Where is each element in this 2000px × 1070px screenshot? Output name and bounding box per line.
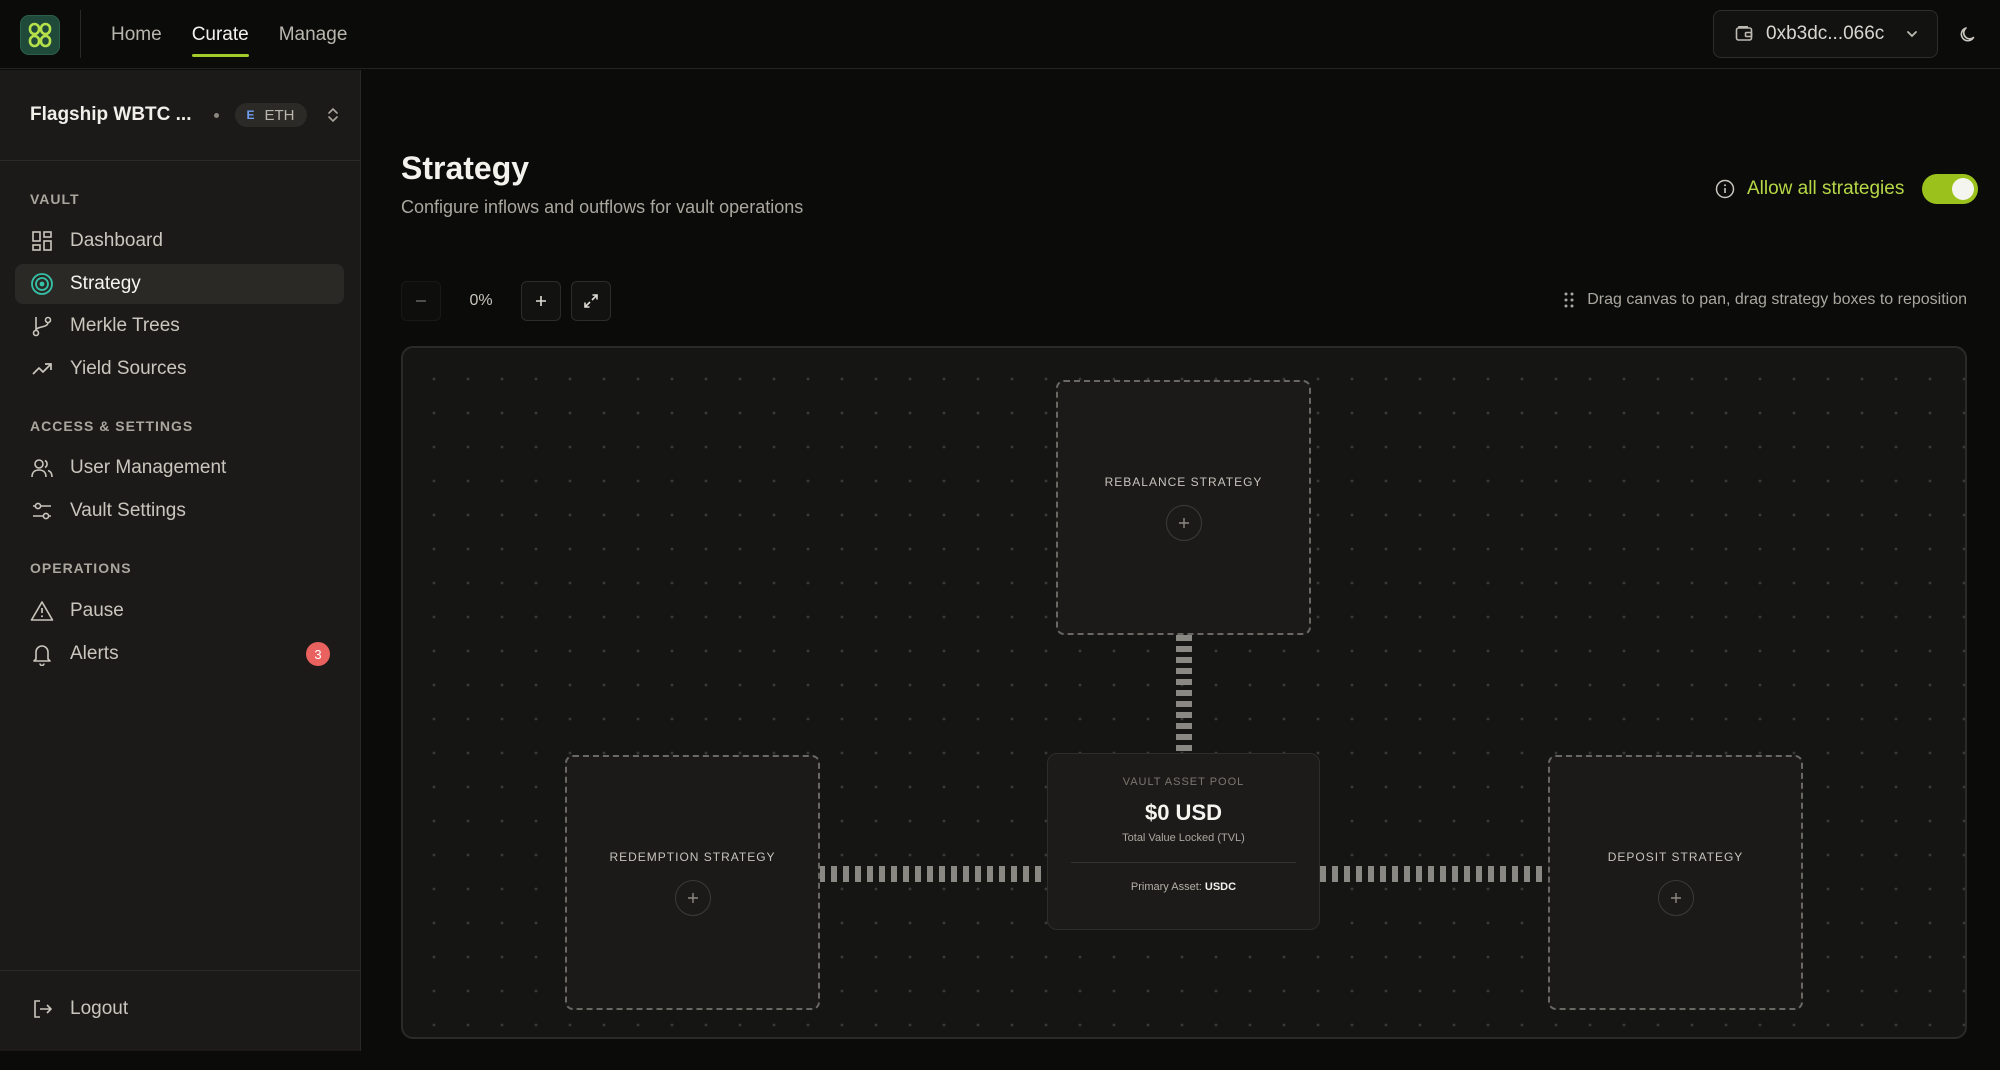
bell-icon xyxy=(30,642,54,666)
drag-handle-icon xyxy=(1564,292,1574,308)
app-logo[interactable] xyxy=(20,15,60,55)
strategy-canvas[interactable]: REBALANCE STRATEGY REDEMPTION STRATEGY D… xyxy=(401,346,1967,1039)
nav-curate[interactable]: Curate xyxy=(177,0,264,69)
page-subtitle: Configure inflows and outflows for vault… xyxy=(401,197,804,217)
users-icon xyxy=(30,456,54,480)
pool-label: VAULT ASSET POOL xyxy=(1122,776,1245,788)
sidebar-item-merkle-trees[interactable]: Merkle Trees xyxy=(15,306,344,346)
sidebar-item-label: Vault Settings xyxy=(70,500,186,521)
sidebar-item-label: User Management xyxy=(70,457,227,478)
pool-value: $0 USD xyxy=(1144,800,1223,825)
primary-asset-value: USDC xyxy=(1204,881,1237,893)
sidebar-item-alerts[interactable]: Alerts 3 xyxy=(15,634,344,674)
section-title-operations: OPERATIONS xyxy=(30,560,132,576)
main-content: Strategy Configure inflows and outflows … xyxy=(361,70,2000,1070)
plus-icon xyxy=(1670,892,1681,903)
sidebar-item-yield-sources[interactable]: Yield Sources xyxy=(15,349,344,389)
sidebar-item-label: Merkle Trees xyxy=(70,315,180,336)
main-nav: Home Curate Manage xyxy=(96,0,362,69)
sidebar: Flagship WBTC ... E ETH VAULT Dashboard … xyxy=(0,70,361,1051)
page-title: Strategy xyxy=(401,150,530,186)
sidebar-item-strategy[interactable]: Strategy xyxy=(15,264,344,304)
canvas-hint-text: Drag canvas to pan, drag strategy boxes … xyxy=(1587,291,1967,308)
info-icon[interactable] xyxy=(1715,179,1735,199)
chevron-down-icon xyxy=(1907,31,1917,38)
sidebar-item-label: Pause xyxy=(70,600,124,621)
sidebar-item-vault-settings[interactable]: Vault Settings xyxy=(15,491,344,531)
logout-button[interactable]: Logout xyxy=(15,989,344,1029)
canvas-hint: Drag canvas to pan, drag strategy boxes … xyxy=(1563,291,1967,309)
logo-icon xyxy=(28,22,52,48)
zoom-controls: 0% xyxy=(401,281,611,321)
chain-icon: E xyxy=(246,108,255,122)
allow-all-toggle[interactable] xyxy=(1922,174,1979,204)
wallet-icon xyxy=(1735,26,1753,41)
strategy-label: REDEMPTION STRATEGY xyxy=(609,849,776,864)
separator-dot xyxy=(213,112,219,118)
pool-primary-asset: Primary Asset: USDC xyxy=(1048,881,1319,893)
sliders-icon xyxy=(30,499,54,523)
chain-badge: E ETH xyxy=(234,103,307,127)
wallet-button[interactable]: 0xb3dc...066c xyxy=(1713,10,1938,58)
fit-view-button[interactable] xyxy=(571,281,611,321)
theme-toggle-button[interactable] xyxy=(1955,22,1981,48)
pool-divider xyxy=(1071,862,1296,863)
sidebar-item-user-management[interactable]: User Management xyxy=(15,448,344,488)
logout-divider xyxy=(0,970,360,971)
plus-icon xyxy=(1178,517,1189,528)
add-rebalance-strategy-button[interactable] xyxy=(1165,504,1202,541)
trending-up-icon xyxy=(30,357,54,381)
wallet-address: 0xb3dc...066c xyxy=(1766,23,1885,44)
rebalance-strategy-box[interactable]: REBALANCE STRATEGY xyxy=(1056,380,1311,635)
logout-icon xyxy=(30,997,54,1021)
zoom-level: 0% xyxy=(469,292,493,309)
vault-name: Flagship WBTC ... xyxy=(30,104,192,125)
sidebar-item-label: Yield Sources xyxy=(70,358,187,379)
deposit-strategy-box[interactable]: DEPOSIT STRATEGY xyxy=(1548,755,1803,1010)
zoom-out-button[interactable] xyxy=(401,281,441,321)
chain-label: ETH xyxy=(264,106,295,124)
strategy-label: REBALANCE STRATEGY xyxy=(1104,474,1263,489)
target-icon xyxy=(30,272,54,296)
connector-rebalance xyxy=(1176,635,1192,754)
connector-redemption xyxy=(819,866,1048,882)
sidebar-item-dashboard[interactable]: Dashboard xyxy=(15,221,344,261)
alerts-count-badge: 3 xyxy=(306,642,330,666)
top-bar: Home Curate Manage 0xb3dc...066c xyxy=(0,0,2000,69)
nav-manage[interactable]: Manage xyxy=(264,0,363,69)
strategy-label: DEPOSIT STRATEGY xyxy=(1607,849,1744,864)
plus-icon xyxy=(687,892,698,903)
git-branch-icon xyxy=(30,314,54,338)
nav-home[interactable]: Home xyxy=(96,0,177,69)
allow-all-label: Allow all strategies xyxy=(1747,178,1905,199)
add-deposit-strategy-button[interactable] xyxy=(1657,879,1694,916)
expand-icon xyxy=(584,294,598,308)
zoom-in-button[interactable] xyxy=(521,281,561,321)
vault-asset-pool[interactable]: VAULT ASSET POOL $0 USD Total Value Lock… xyxy=(1047,753,1320,930)
logout-label: Logout xyxy=(70,998,129,1019)
warning-triangle-icon xyxy=(30,599,54,623)
allow-all-strategies: Allow all strategies xyxy=(1715,174,1979,204)
dashboard-icon xyxy=(30,229,54,253)
pool-tvl-label: Total Value Locked (TVL) xyxy=(1122,832,1245,844)
redemption-strategy-box[interactable]: REDEMPTION STRATEGY xyxy=(565,755,820,1010)
sidebar-item-label: Strategy xyxy=(70,273,141,294)
sidebar-item-pause[interactable]: Pause xyxy=(15,591,344,631)
sidebar-item-label: Alerts xyxy=(70,643,119,664)
add-redemption-strategy-button[interactable] xyxy=(674,879,711,916)
toggle-knob xyxy=(1952,178,1975,200)
primary-asset-label: Primary Asset: xyxy=(1130,881,1205,893)
connector-deposit xyxy=(1320,866,1549,882)
plus-icon xyxy=(536,296,546,306)
section-title-vault: VAULT xyxy=(30,191,80,207)
topbar-divider xyxy=(80,10,81,58)
section-title-access-settings: ACCESS & SETTINGS xyxy=(30,418,194,434)
moon-icon xyxy=(1960,27,1975,42)
vault-selector[interactable]: Flagship WBTC ... E ETH xyxy=(0,70,360,161)
minus-icon xyxy=(416,300,426,302)
chevron-up-down-icon xyxy=(327,107,338,123)
sidebar-item-label: Dashboard xyxy=(70,230,163,251)
